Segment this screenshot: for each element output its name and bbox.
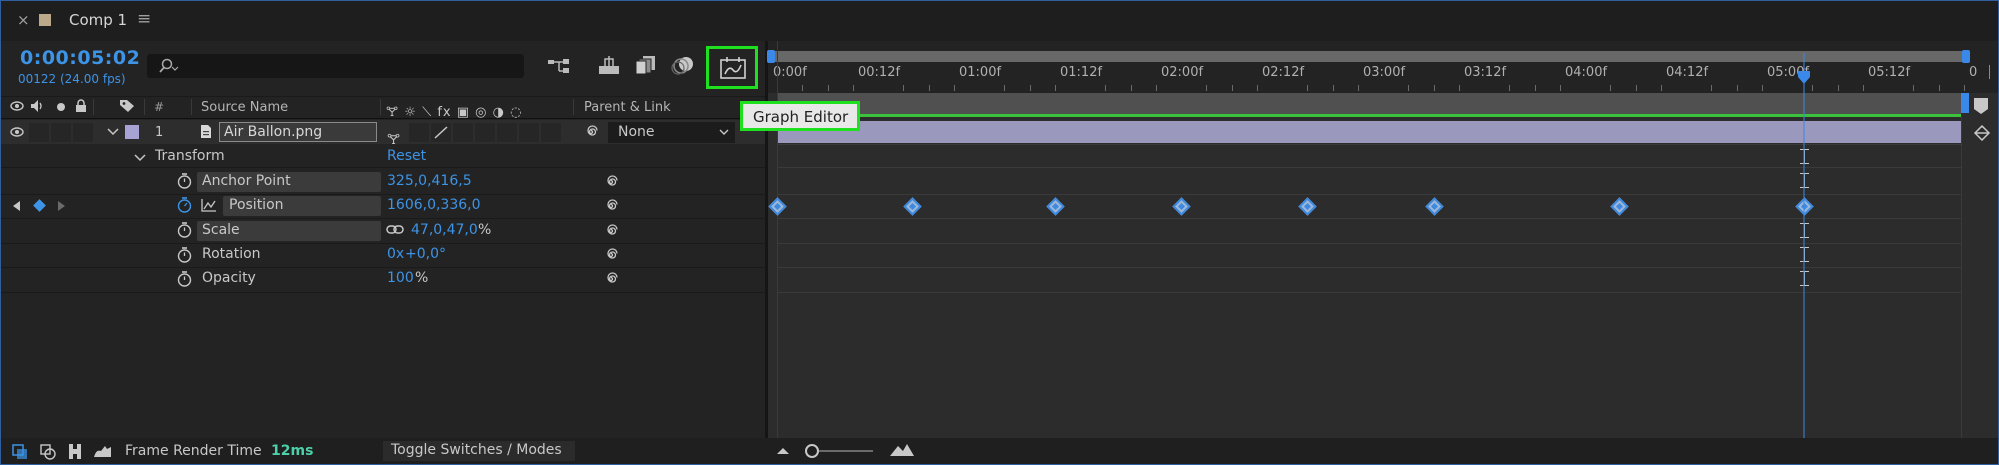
frame-render-time-value: 12ms <box>271 443 314 459</box>
after-effects-timeline-panel: × Comp 1 ≡ 0:00:05:02 00122 (24.00 fps) <box>0 0 1999 465</box>
current-time-indicator[interactable] <box>1797 53 1811 438</box>
frame-render-time-label: Frame Render Time <box>125 443 262 459</box>
position-keyframe[interactable] <box>1424 197 1444 216</box>
layer-switches-icon[interactable] <box>12 444 28 460</box>
status-bar: Frame Render Time 12ms Toggle Switches /… <box>1 438 1998 464</box>
graph-editor-tooltip-text: Graph Editor <box>753 108 849 126</box>
graph-editor-tooltip: Graph Editor <box>740 101 860 131</box>
position-keyframe[interactable] <box>768 197 787 216</box>
toggle-switches-modes-button[interactable]: Toggle Switches / Modes <box>383 441 575 461</box>
position-keyframe[interactable] <box>1610 197 1629 216</box>
position-keyframe[interactable] <box>1298 197 1317 216</box>
position-keyframe[interactable] <box>1172 197 1191 216</box>
render-time-icon[interactable] <box>93 444 113 459</box>
toggle-switches-modes-label: Toggle Switches / Modes <box>391 442 562 458</box>
zoom-slider-thumb[interactable] <box>805 444 819 458</box>
keyframe-tracks <box>1 1 1998 438</box>
zoom-out-icon[interactable] <box>776 446 790 456</box>
position-keyframe[interactable] <box>1046 197 1065 216</box>
position-keyframe[interactable] <box>903 197 922 216</box>
zoom-in-icon[interactable] <box>889 443 915 457</box>
transfer-controls-icon[interactable] <box>40 444 56 460</box>
in-out-icon[interactable] <box>67 443 83 460</box>
